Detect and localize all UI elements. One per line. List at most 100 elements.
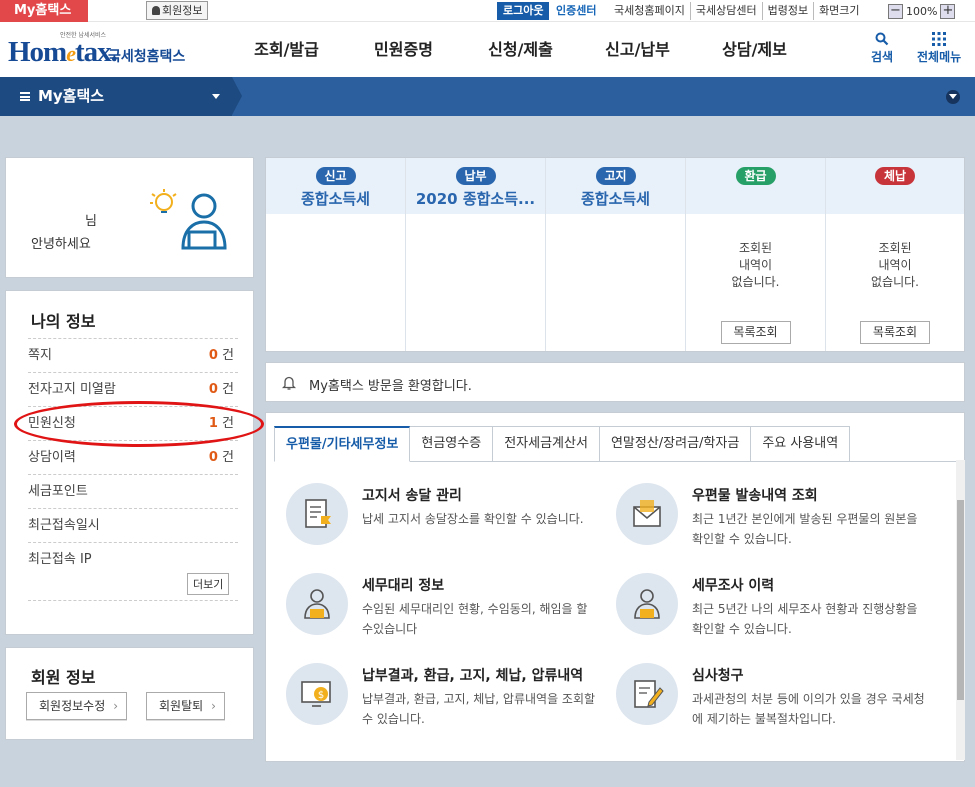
tab-e-tax-invoice[interactable]: 전자세금계산서 xyxy=(493,426,600,462)
service-title[interactable]: 납부결과, 환급, 고지, 체납, 압류내역 xyxy=(362,665,583,685)
cert-center-link[interactable]: 인증센터 xyxy=(556,2,596,20)
myhome-menu-dropdown[interactable]: My홈택스 xyxy=(0,77,232,116)
greeting-text: 안녕하세요 xyxy=(31,237,91,252)
tab-year-end-settlement[interactable]: 연말정산/장려금/학자금 xyxy=(599,426,752,462)
pen-document-icon xyxy=(616,663,678,725)
info-row-tax-points[interactable]: 세금포인트 xyxy=(28,474,238,508)
zoom-control: − 100% + xyxy=(888,2,956,20)
service-desc: 최근 5년간 나의 세무조사 현황과 진행상황을 확인할 수 있습니다. xyxy=(692,602,918,636)
service-notice-delivery[interactable]: 고지서 송달 관리 납세 고지서 송달장소를 확인할 수 있습니다. xyxy=(286,483,596,563)
expand-circle-icon[interactable] xyxy=(946,90,960,104)
nav-report-pay[interactable]: 신고/납부 xyxy=(579,22,696,77)
status-board: 신고 종합소득세 납부 2020 종합소득... 고지 종합소득세 환급 조회된… xyxy=(265,157,965,352)
service-mail-history[interactable]: 우편물 발송내역 조회 최근 1년간 본인에게 발송된 우편물의 원본을 확인할… xyxy=(616,483,926,563)
list-view-button[interactable]: 목록조회 xyxy=(860,321,930,344)
main-nav: 조회/발급 민원증명 신청/제출 신고/납부 상담/제보 xyxy=(228,22,813,77)
sub-nav-bar: My홈택스 xyxy=(0,77,975,116)
grid-icon xyxy=(932,32,947,46)
scrollbar[interactable] xyxy=(956,460,965,760)
service-appeal[interactable]: 심사청구 과세관청의 처분 등에 이의가 있을 경우 국세청에 제기하는 불복절… xyxy=(616,663,926,743)
info-row-messages[interactable]: 쪽지 0 건 xyxy=(28,338,238,372)
hamburger-icon xyxy=(20,92,30,101)
service-payment-results[interactable]: $ 납부결과, 환급, 고지, 체납, 압류내역 납부결과, 환급, 고지, 체… xyxy=(286,663,596,743)
status-badge: 환급 xyxy=(735,167,776,185)
utility-bar: My홈택스 회원정보 로그아웃 인증센터 국세청홈페이지 국세상담센터 법령정보… xyxy=(0,0,975,22)
list-view-button[interactable]: 목록조회 xyxy=(720,321,791,344)
info-row-label: 민원신청 xyxy=(28,416,76,431)
util-links: 국세청홈페이지 국세상담센터 법령정보 화면크기 xyxy=(609,2,865,20)
zoom-value: 100% xyxy=(906,4,938,18)
status-col-notice[interactable]: 고지 종합소득세 xyxy=(546,158,686,351)
info-row-label: 상담이력 xyxy=(28,450,76,465)
empty-message: 조회된 내역이 없습니다. xyxy=(871,241,919,289)
service-audit-history[interactable]: 세무조사 이력 최근 5년간 나의 세무조사 현황과 진행상황을 확인할 수 있… xyxy=(616,573,926,653)
divider xyxy=(28,600,238,601)
header: 안전한 납세서비스 Hometax. 국세청홈택스 조회/발급 민원증명 신청/… xyxy=(0,22,975,77)
svg-text:$: $ xyxy=(318,690,324,701)
status-title[interactable]: 종합소득세 xyxy=(546,188,685,209)
info-row-last-login: 최근접속일시 xyxy=(28,508,238,542)
info-row-consult-history[interactable]: 상담이력 0 건 xyxy=(28,440,238,474)
service-desc: 납세 고지서 송달장소를 확인할 수 있습니다. xyxy=(362,512,584,526)
info-row-civil-application[interactable]: 민원신청 1 건 xyxy=(28,406,238,440)
nav-apply-submit[interactable]: 신청/제출 xyxy=(462,22,579,77)
tab-main-usage[interactable]: 주요 사용내역 xyxy=(751,426,851,462)
service-title[interactable]: 고지서 송달 관리 xyxy=(362,485,462,505)
link-law-info[interactable]: 법령정보 xyxy=(761,2,813,20)
info-row-label: 최근접속 IP xyxy=(28,552,92,567)
member-info-label: 회원정보 xyxy=(162,4,203,17)
nav-consult-report[interactable]: 상담/제보 xyxy=(696,22,813,77)
tab-cash-receipt[interactable]: 현금영수증 xyxy=(410,426,494,462)
my-info-panel: 나의 정보 쪽지 0 건 전자고지 미열람 0 건 민원신청 1 건 상담이력 … xyxy=(5,290,254,635)
service-title[interactable]: 우편물 발송내역 조회 xyxy=(692,485,818,505)
more-button[interactable]: 더보기 xyxy=(187,573,230,595)
logout-button[interactable]: 로그아웃 xyxy=(497,2,550,20)
all-menu-button[interactable]: 전체메뉴 xyxy=(917,32,961,65)
welcome-bar: My홈택스 방문을 환영합니다. xyxy=(265,362,965,402)
status-col-arrears: 체납 조회된 내역이 없습니다. 목록조회 xyxy=(826,158,964,351)
scrollbar-thumb[interactable] xyxy=(957,500,964,700)
service-tax-agent[interactable]: 세무대리 정보 수임된 세무대리인 현황, 수임동의, 해임을 할수있습니다 xyxy=(286,573,596,653)
service-title[interactable]: 세무대리 정보 xyxy=(362,575,444,595)
status-title[interactable]: 2020 종합소득... xyxy=(406,188,545,209)
withdraw-button[interactable]: 회원탈퇴 xyxy=(146,692,225,720)
service-title[interactable]: 세무조사 이력 xyxy=(692,575,774,595)
money-screen-icon: $ xyxy=(286,663,348,725)
status-badge: 체납 xyxy=(875,167,915,185)
search-icon xyxy=(875,32,889,46)
member-info-button[interactable]: 회원정보 xyxy=(146,1,209,20)
user-icon xyxy=(152,6,160,15)
welcome-text: My홈택스 방문을 환영합니다. xyxy=(309,379,472,394)
nav-inquiry-issue[interactable]: 조회/발급 xyxy=(228,22,345,77)
zoom-in-button[interactable]: + xyxy=(940,3,956,19)
hometax-logo[interactable]: 안전한 납세서비스 Hometax. 국세청홈택스 xyxy=(8,28,193,72)
status-col-payment[interactable]: 납부 2020 종합소득... xyxy=(406,158,546,351)
search-button[interactable]: 검색 xyxy=(871,32,893,65)
empty-message: 조회된 내역이 없습니다. xyxy=(731,241,780,289)
status-col-refund: 환급 조회된 내역이 없습니다. 목록조회 xyxy=(686,158,826,351)
info-row-label: 최근접속일시 xyxy=(28,518,100,533)
status-badge: 납부 xyxy=(455,167,496,185)
info-row-label: 전자고지 미열람 xyxy=(28,382,116,397)
myhome-tab[interactable]: My홈택스 xyxy=(0,0,88,22)
nav-arrow-decoration xyxy=(232,77,242,115)
zoom-out-button[interactable]: − xyxy=(888,3,903,19)
tab-list: 우편물/기타세무정보 현금영수증 전자세금계산서 연말정산/장려금/학자금 주요… xyxy=(274,426,851,462)
my-info-title: 나의 정보 xyxy=(31,312,96,331)
logo-wordmark: Hometax. xyxy=(8,36,118,68)
edit-member-button[interactable]: 회원정보수정 xyxy=(26,692,128,720)
link-consult-center[interactable]: 국세상담센터 xyxy=(689,2,762,20)
user-name-suffix: 님 xyxy=(85,214,97,229)
envelope-icon xyxy=(616,483,678,545)
link-nts-homepage[interactable]: 국세청홈페이지 xyxy=(609,2,690,20)
status-col-report[interactable]: 신고 종합소득세 xyxy=(266,158,406,351)
person-laptop-icon xyxy=(286,573,348,635)
tab-mail-tax-info[interactable]: 우편물/기타세무정보 xyxy=(274,426,411,462)
search-label: 검색 xyxy=(871,50,894,64)
chevron-down-icon xyxy=(212,94,220,99)
status-title[interactable]: 종합소득세 xyxy=(266,188,405,209)
info-row-unread-notice[interactable]: 전자고지 미열람 0 건 xyxy=(28,372,238,406)
user-computer-icon xyxy=(150,189,227,250)
service-title[interactable]: 심사청구 xyxy=(692,665,744,685)
nav-certificates[interactable]: 민원증명 xyxy=(345,22,462,77)
